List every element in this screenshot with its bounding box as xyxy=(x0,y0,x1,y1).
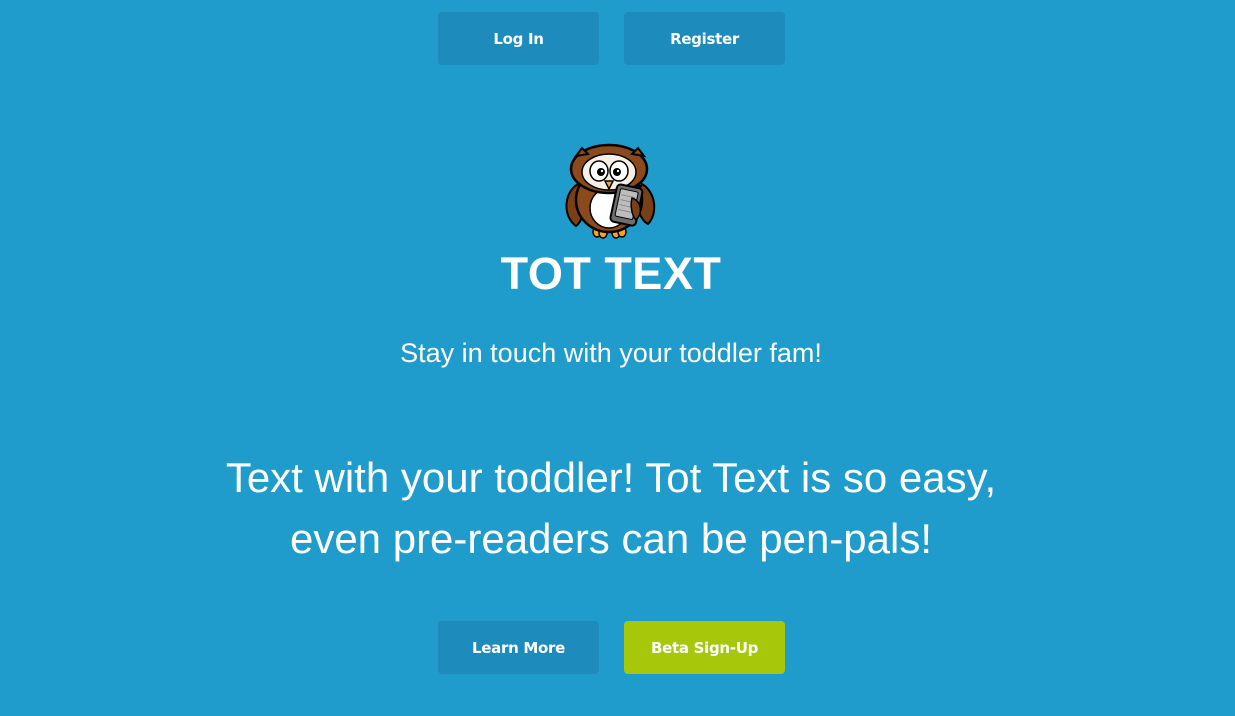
owl-with-tablet-icon xyxy=(565,143,656,239)
register-button[interactable]: Register xyxy=(624,12,785,65)
learn-more-button[interactable]: Learn More xyxy=(438,621,599,674)
lead-text-line-2: even pre-readers can be pen-pals! xyxy=(289,515,933,562)
site-title: TOT TEXT xyxy=(500,248,722,299)
beta-signup-button[interactable]: Beta Sign-Up xyxy=(624,621,785,674)
tagline: Stay in touch with your toddler fam! xyxy=(400,338,822,368)
login-button[interactable]: Log In xyxy=(438,12,599,65)
lead-text-line-1: Text with your toddler! Tot Text is so e… xyxy=(225,454,997,501)
lead-text: Text with your toddler! Tot Text is so e… xyxy=(0,447,1222,569)
